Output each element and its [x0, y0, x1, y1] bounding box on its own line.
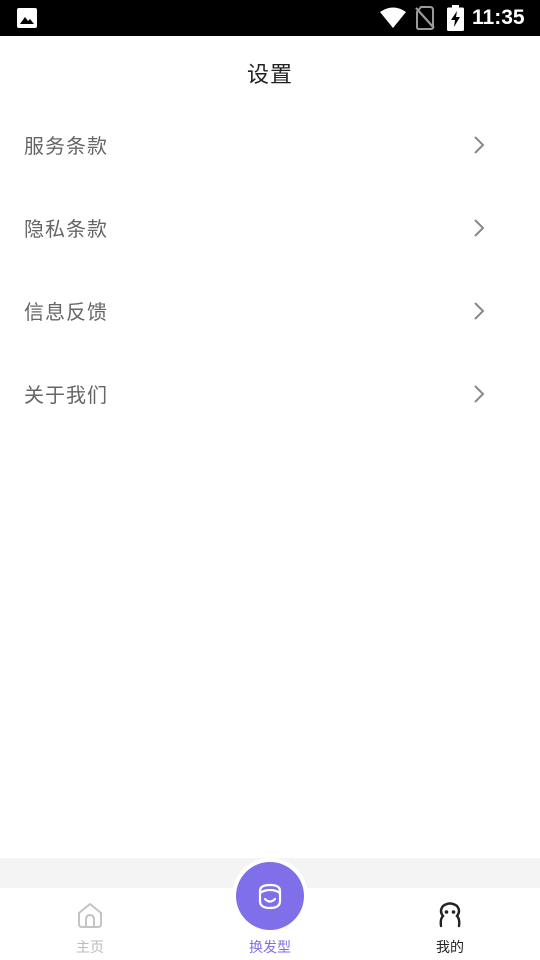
tab-label: 我的 — [436, 940, 464, 956]
wifi-icon — [380, 7, 406, 28]
menu-item-label: 服务条款 — [24, 134, 108, 158]
change-hairstyle-button[interactable] — [236, 862, 304, 930]
hairstyle-icon — [258, 883, 282, 910]
app-header: 设置 — [0, 36, 540, 110]
chevron-right-icon — [474, 135, 485, 154]
battery-charging-icon — [447, 5, 464, 31]
tab-label: 换发型 — [249, 940, 291, 956]
settings-menu: 服务条款 隐私条款 信息反馈 关于我们 — [0, 103, 540, 435]
home-icon — [78, 903, 102, 928]
menu-item-privacy-policy[interactable]: 隐私条款 — [0, 186, 540, 269]
no-sim-icon — [415, 6, 435, 30]
chevron-right-icon — [474, 218, 485, 237]
menu-item-label: 信息反馈 — [24, 300, 108, 324]
gallery-icon — [17, 8, 37, 28]
menu-item-label: 隐私条款 — [24, 217, 108, 241]
status-bar: 11:35 — [0, 0, 540, 36]
tab-mine[interactable]: 我的 — [360, 888, 540, 960]
status-time: 11:35 — [472, 6, 525, 29]
menu-item-terms-of-service[interactable]: 服务条款 — [0, 103, 540, 186]
chevron-right-icon — [474, 384, 485, 403]
tab-home[interactable]: 主页 — [0, 888, 180, 960]
menu-item-label: 关于我们 — [24, 383, 108, 407]
page-title: 设置 — [246, 63, 293, 88]
menu-item-about-us[interactable]: 关于我们 — [0, 352, 540, 435]
tab-label: 主页 — [76, 940, 104, 956]
profile-icon — [439, 902, 461, 928]
menu-item-feedback[interactable]: 信息反馈 — [0, 269, 540, 352]
chevron-right-icon — [474, 301, 485, 320]
